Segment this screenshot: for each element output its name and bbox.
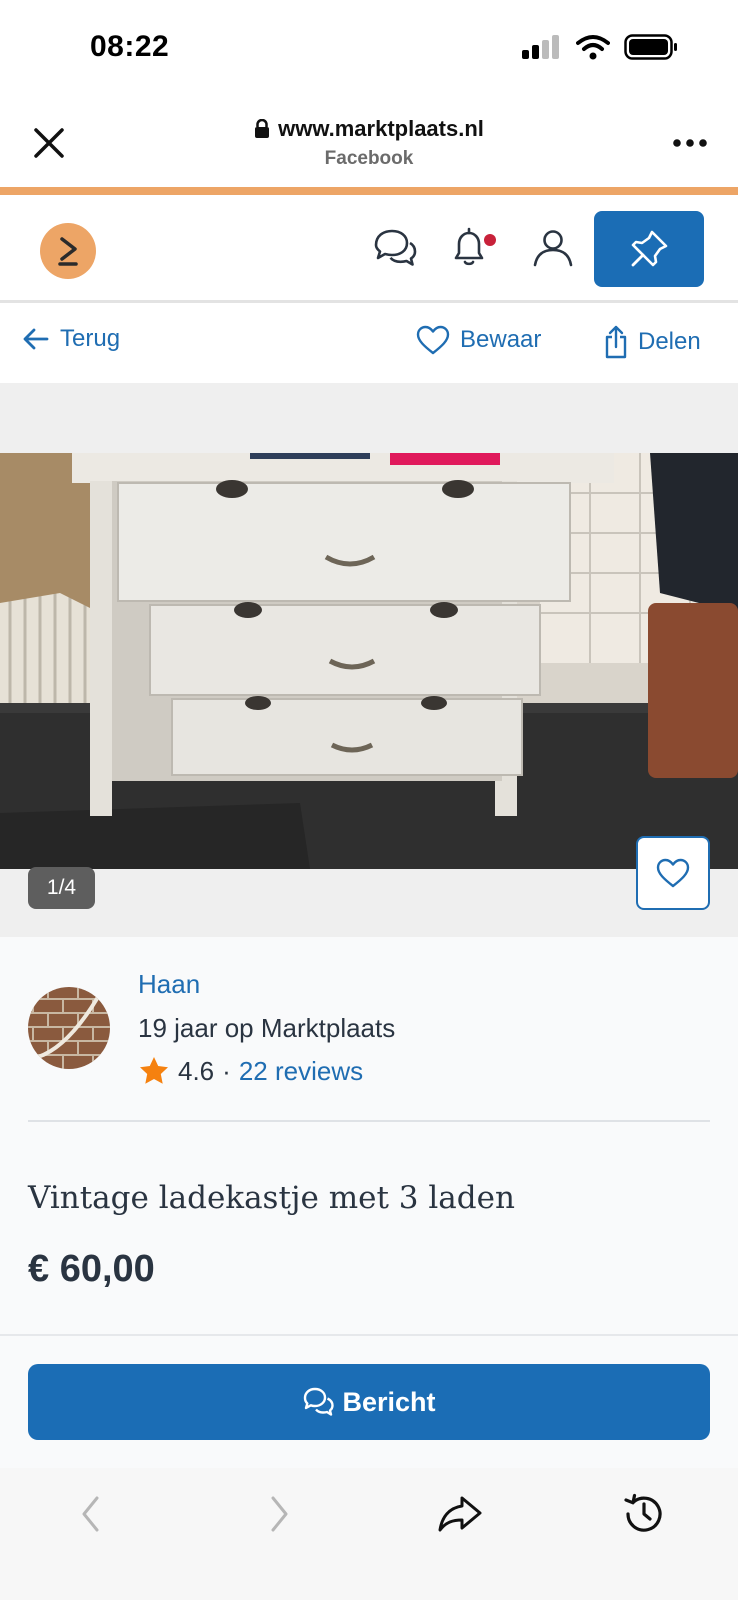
product-photo[interactable] [0, 453, 738, 869]
seller-info: Haan 19 jaar op Marktplaats 4.6 · 22 rev… [0, 937, 738, 1124]
place-ad-button[interactable] [594, 211, 704, 287]
chevron-right-icon[interactable] [254, 1490, 302, 1538]
brick-wall-avatar-icon [28, 987, 110, 1069]
share-icon [605, 325, 627, 359]
browser-source: Facebook [324, 148, 414, 169]
message-button[interactable]: Bericht [28, 1364, 710, 1440]
image-counter: 1/4 [28, 867, 95, 909]
arrow-left-icon [23, 328, 49, 350]
message-button-label: Bericht [342, 1386, 436, 1417]
action-bar: Terug Bewaar Delen [0, 305, 738, 383]
status-bar: 08:22 [0, 0, 738, 100]
browser-address[interactable]: www.marktplaats.nl Facebook [0, 116, 738, 170]
back-link[interactable]: Terug [22, 325, 120, 353]
wifi-icon [576, 35, 610, 60]
pushpin-icon [631, 230, 668, 267]
browser-toolbar [0, 1468, 738, 1600]
seller-name[interactable]: Haan [138, 969, 200, 1000]
heart-icon [656, 858, 690, 888]
marktplaats-logo[interactable] [40, 223, 96, 279]
star-icon [140, 1057, 168, 1084]
listing-price: € 60,00 [28, 1248, 155, 1290]
cellular-signal-icon [522, 35, 559, 59]
listing-title: Vintage ladekastje met 3 laden [28, 1180, 515, 1216]
listing-details: Vintage ladekastje met 3 laden € 60,00 [0, 1122, 738, 1334]
lock-icon [255, 119, 270, 138]
status-time: 08:22 [90, 30, 170, 63]
favorite-button[interactable] [636, 836, 710, 910]
rating-separator: · [222, 1055, 231, 1086]
history-icon[interactable] [620, 1490, 668, 1538]
more-icon[interactable] [672, 138, 708, 148]
heart-icon [416, 325, 450, 355]
share-label: Delen [638, 328, 701, 355]
notification-dot [484, 234, 496, 246]
bell-icon[interactable] [444, 223, 494, 273]
image-gallery[interactable]: 1/4 [0, 383, 738, 937]
browser-progress-line [0, 187, 738, 195]
save-link[interactable]: Bewaar [416, 325, 541, 355]
save-label: Bewaar [460, 326, 542, 353]
seller-rating: 4.6 · 22 reviews [138, 1055, 363, 1087]
rating-value: 4.6 [178, 1055, 215, 1086]
status-icons [522, 34, 678, 60]
chat-icon [304, 1387, 335, 1416]
seller-avatar[interactable] [28, 987, 110, 1069]
browser-bar: www.marktplaats.nl Facebook [0, 100, 738, 188]
cta-area: Bericht [0, 1334, 738, 1468]
logo-icon [58, 237, 78, 266]
browser-domain: www.marktplaats.nl [278, 116, 484, 141]
share-arrow-icon[interactable] [436, 1490, 484, 1538]
back-label: Terug [60, 325, 121, 352]
chevron-left-icon[interactable] [68, 1490, 116, 1538]
site-header [0, 195, 738, 303]
seller-membership: 19 jaar op Marktplaats [138, 1013, 396, 1043]
reviews-link[interactable]: 22 reviews [239, 1056, 363, 1087]
user-icon[interactable] [528, 223, 578, 273]
share-link[interactable]: Delen [604, 325, 701, 359]
battery-icon [624, 34, 677, 60]
messages-icon[interactable] [370, 223, 420, 273]
